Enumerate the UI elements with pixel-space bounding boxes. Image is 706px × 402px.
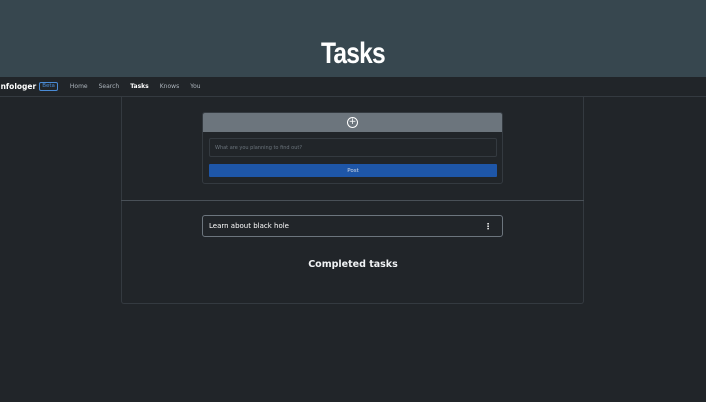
page-title: Tasks <box>321 37 386 70</box>
new-task-form: + Post <box>202 112 503 184</box>
task-input[interactable] <box>209 138 497 157</box>
post-button[interactable]: Post <box>209 164 497 177</box>
beta-badge: Beta <box>39 82 58 91</box>
task-item[interactable]: Learn about black hole ⋮ <box>202 215 503 237</box>
nav-link-knows[interactable]: Knows <box>160 83 179 90</box>
nav-link-home[interactable]: Home <box>70 83 88 90</box>
kebab-menu-icon[interactable]: ⋮ <box>484 222 492 231</box>
plus-circle-icon[interactable]: + <box>347 117 358 128</box>
nav-link-search[interactable]: Search <box>99 83 120 90</box>
section-divider <box>121 200 584 201</box>
page-hero: Tasks <box>0 0 706 77</box>
nav-link-you[interactable]: You <box>190 83 200 90</box>
task-text: Learn about black hole <box>209 222 289 230</box>
completed-tasks-heading: Completed tasks <box>308 259 398 270</box>
top-navbar: infologer Beta Home Search Tasks Knows Y… <box>0 77 706 97</box>
nav-links: Home Search Tasks Knows You <box>70 83 212 90</box>
brand[interactable]: infologer Beta <box>0 82 58 91</box>
brand-name[interactable]: infologer <box>0 82 36 91</box>
nav-link-tasks[interactable]: Tasks <box>130 83 149 90</box>
new-task-toggle[interactable]: + <box>203 113 502 132</box>
